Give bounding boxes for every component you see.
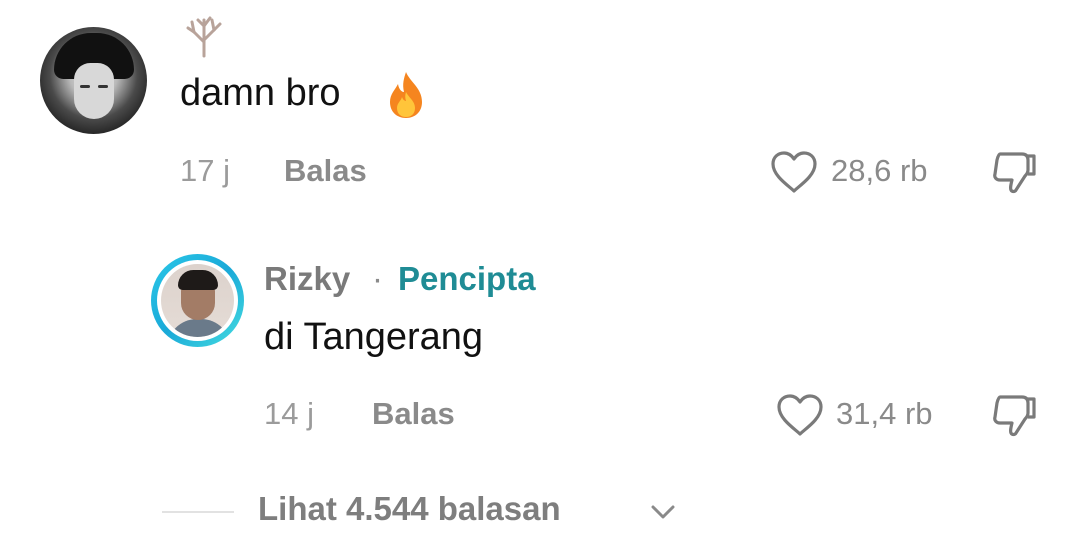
reply-reply-button[interactable]: Balas <box>372 396 455 432</box>
reply-button[interactable]: Balas <box>284 153 367 189</box>
like-count: 28,6 rb <box>831 153 928 188</box>
heart-icon[interactable] <box>775 392 825 438</box>
fire-emoji-icon <box>390 72 422 118</box>
comment-timestamp: 17 j <box>180 153 230 188</box>
name-separator: · <box>372 260 383 297</box>
heart-icon[interactable] <box>769 149 819 195</box>
tree-icon <box>186 16 222 58</box>
reply-like-count: 31,4 rb <box>836 396 933 431</box>
reply-text: di Tangerang <box>264 316 484 358</box>
reply-username[interactable]: Rizky <box>264 260 350 298</box>
view-replies-button[interactable]: Lihat 4.544 balasan <box>258 490 561 528</box>
reply-timestamp: 14 j <box>264 396 314 431</box>
dislike-icon[interactable] <box>990 391 1040 439</box>
commenter-avatar[interactable] <box>40 27 147 134</box>
creator-badge: Pencipta <box>398 260 536 297</box>
creator-avatar[interactable] <box>151 254 244 347</box>
thread-divider <box>162 511 234 513</box>
dislike-icon[interactable] <box>990 148 1040 196</box>
comment-text: damn bro <box>180 72 341 114</box>
chevron-down-icon[interactable] <box>648 500 678 524</box>
